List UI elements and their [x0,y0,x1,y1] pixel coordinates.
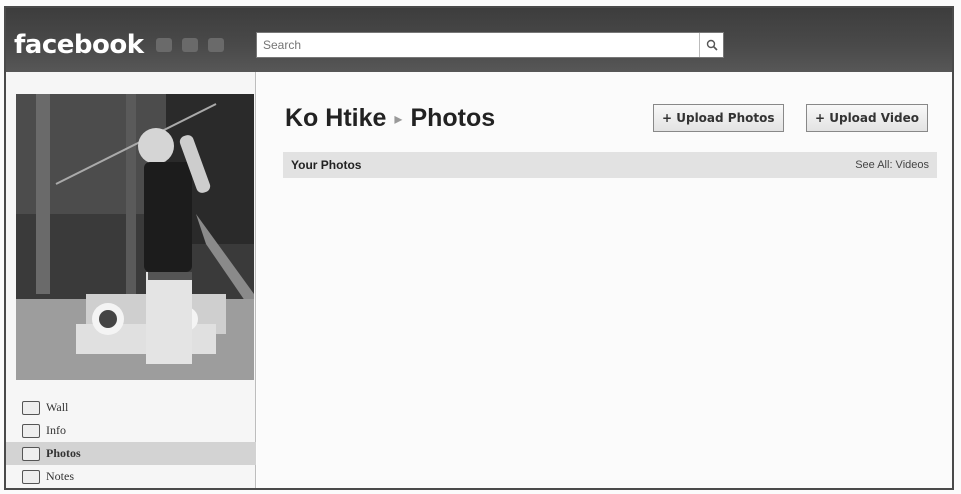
see-all-videos-link[interactable]: See All: Videos [855,159,929,171]
info-icon [22,423,40,438]
search-icon [706,39,718,51]
page-title: Ko Htike ▸ Photos [285,104,495,133]
notification-icons [156,38,224,52]
facebook-logo[interactable]: facebook [14,30,144,60]
golfer-photo [16,94,254,380]
profile-picture[interactable] [16,94,254,380]
upload-photos-button[interactable]: + Upload Photos [653,104,784,132]
nav-item-photos[interactable]: Photos [6,442,256,465]
nav-item-label: Notes [46,469,74,483]
nav-item-wall[interactable]: Wall [6,396,256,419]
left-column: Wall Info Photos Notes [6,72,256,488]
nav-item-info[interactable]: Info [6,419,256,442]
photos-icon [22,446,40,461]
browser-frame: facebook Search Wall Info Photos Notes K… [4,6,954,490]
main-content: Ko Htike ▸ Photos + Upload Photos + Uplo… [257,72,952,488]
notes-icon [22,469,40,484]
section-title: Your Photos [291,158,362,172]
upload-video-button[interactable]: + Upload Video [806,104,928,132]
nav-item-notes[interactable]: Notes [6,465,256,488]
nav-item-label: Wall [46,400,69,414]
top-bar: facebook [6,8,952,72]
nav-item-label: Info [46,423,66,437]
profile-name[interactable]: Ko Htike [285,104,386,133]
profile-nav: Wall Info Photos Notes [6,396,256,488]
search-box [256,32,724,58]
notifications-icon[interactable] [208,38,224,52]
messages-icon[interactable] [182,38,198,52]
nav-item-label: Photos [46,446,81,460]
page-name: Photos [410,104,496,132]
wall-icon [22,400,40,415]
friend-requests-icon[interactable] [156,38,172,52]
search-button[interactable] [699,33,723,57]
breadcrumb-separator-icon: ▸ [394,110,403,128]
search-input[interactable] [257,33,699,57]
section-header: Your Photos See All: Videos [283,152,937,178]
